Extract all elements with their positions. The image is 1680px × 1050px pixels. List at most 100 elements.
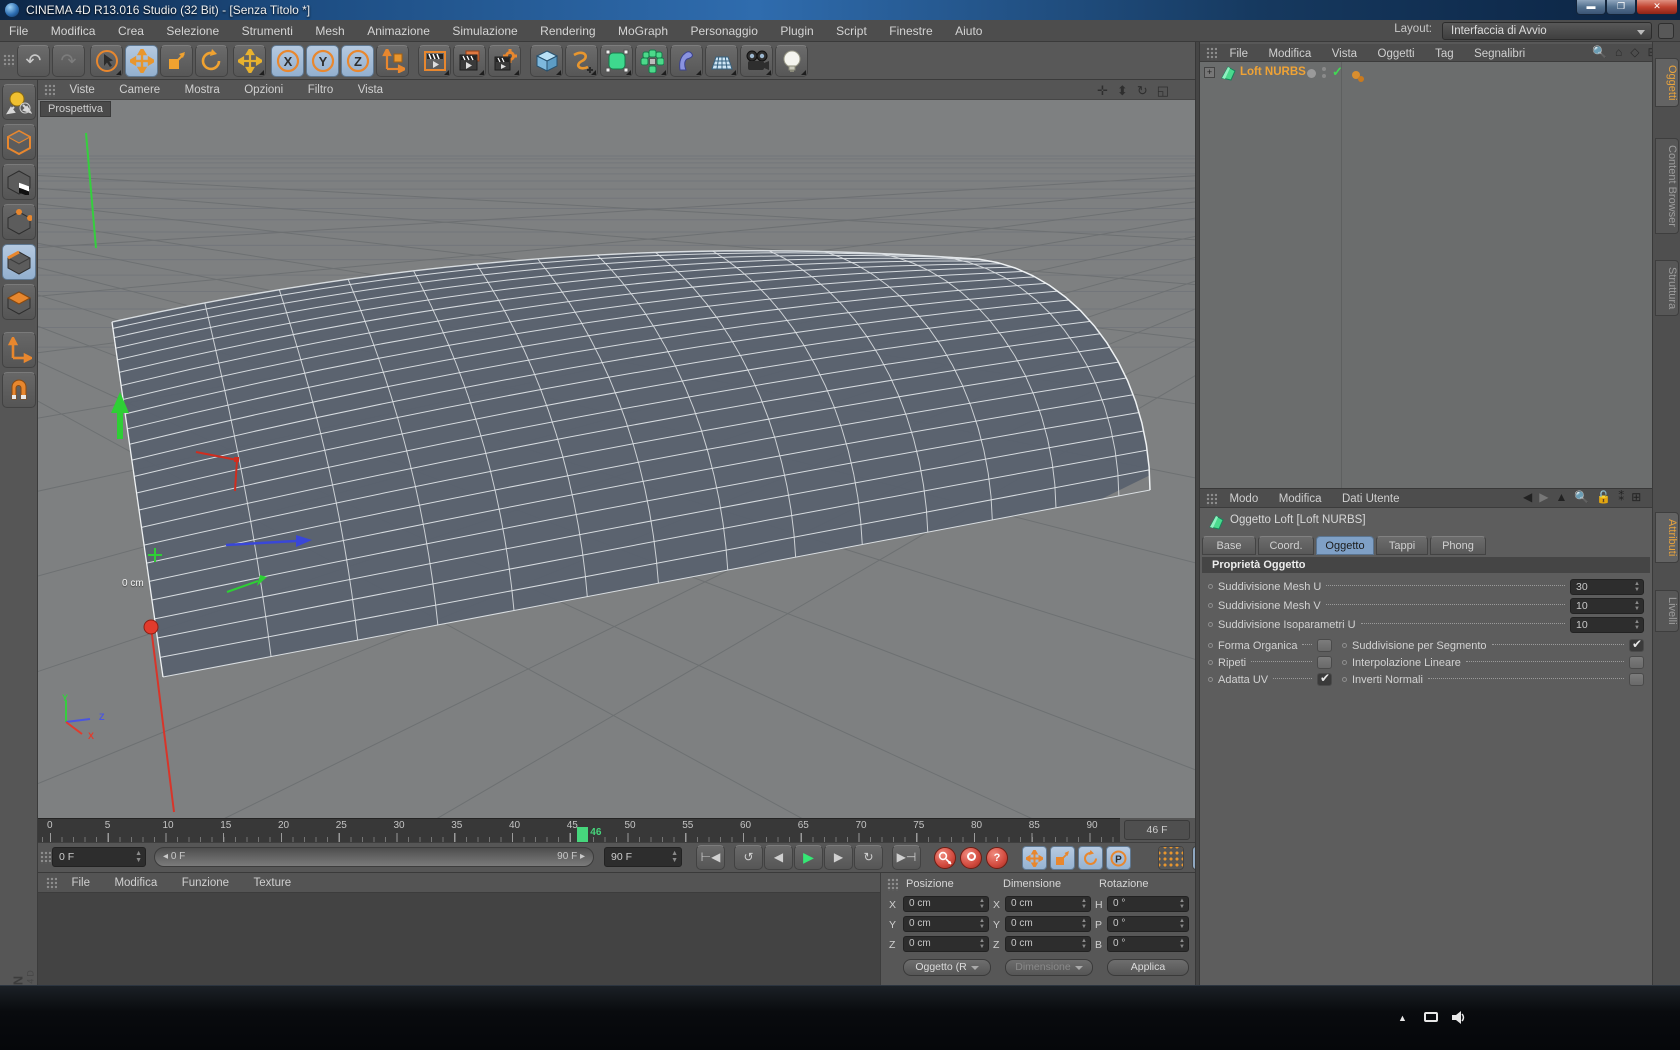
coords-mode-dropdown[interactable]: Oggetto (R bbox=[903, 959, 991, 976]
keying-selection-button[interactable] bbox=[1158, 846, 1184, 870]
vp-menu-viste[interactable]: Viste bbox=[59, 80, 104, 100]
keyframe-options-button[interactable]: ? bbox=[986, 847, 1008, 869]
anim-dot-icon[interactable] bbox=[1208, 584, 1213, 589]
vp-menu-vista[interactable]: Vista bbox=[348, 80, 393, 100]
add-primitive-button[interactable] bbox=[530, 45, 563, 77]
render-settings-button[interactable] bbox=[488, 45, 521, 77]
anim-dot-icon[interactable] bbox=[1208, 660, 1213, 665]
home-icon[interactable]: ⌂ bbox=[1615, 45, 1622, 59]
enable-check-icon[interactable]: ✓ bbox=[1332, 64, 1343, 80]
timeline-playhead[interactable]: 46 bbox=[577, 827, 588, 842]
isoparametri-input[interactable]: 10▲▼ bbox=[1570, 617, 1644, 633]
inverti-normali-checkbox[interactable] bbox=[1629, 673, 1644, 686]
menu-aiuto[interactable]: Aiuto bbox=[946, 20, 991, 42]
object-row-loft-nurbs[interactable]: + Loft NURBS ✓ bbox=[1200, 62, 1652, 84]
texture-mode-button[interactable] bbox=[2, 164, 36, 200]
section-header[interactable]: Proprietà Oggetto bbox=[1202, 557, 1650, 573]
render-to-picture-viewer-button[interactable] bbox=[453, 45, 486, 77]
autokey-button[interactable] bbox=[960, 847, 982, 869]
visibility-top-dot[interactable] bbox=[1322, 67, 1326, 71]
mesh-u-input[interactable]: 30▲▼ bbox=[1570, 579, 1644, 595]
key-position-toggle[interactable] bbox=[1022, 846, 1047, 870]
menu-crea[interactable]: Crea bbox=[109, 20, 153, 42]
tray-display-icon[interactable] bbox=[1424, 1012, 1438, 1025]
ripeti-checkbox[interactable] bbox=[1317, 656, 1332, 669]
live-selection-button[interactable] bbox=[90, 45, 123, 77]
dimension-z-field[interactable]: 0 cm▲▼ bbox=[1005, 936, 1091, 952]
close-button[interactable]: ✕ bbox=[1636, 0, 1678, 15]
view-pan-icon[interactable]: ✛ bbox=[1097, 83, 1108, 98]
om-menu-tag[interactable]: Tag bbox=[1427, 45, 1462, 63]
render-view-button[interactable] bbox=[418, 45, 451, 77]
am-menu-dati-utente[interactable]: Dati Utente bbox=[1334, 489, 1408, 509]
tray-volume-icon[interactable] bbox=[1452, 1011, 1466, 1024]
camera-label[interactable]: Prospettiva bbox=[40, 101, 111, 117]
minimize-button[interactable]: ▬ bbox=[1576, 0, 1606, 15]
goto-end-button[interactable]: ▶⊣ bbox=[892, 845, 921, 870]
tab-oggetto[interactable]: Oggetto bbox=[1316, 536, 1374, 555]
object-manager[interactable]: + Loft NURBS ✓ bbox=[1200, 62, 1652, 488]
anim-dot-icon[interactable] bbox=[1208, 622, 1213, 627]
lock-z-button[interactable]: Z bbox=[341, 45, 374, 77]
rotation-b-field[interactable]: 0 °▲▼ bbox=[1107, 936, 1189, 952]
tab-oggetti[interactable]: Oggetti bbox=[1655, 58, 1679, 107]
menu-modifica[interactable]: Modifica bbox=[42, 20, 105, 42]
point-mode-button[interactable] bbox=[2, 204, 36, 240]
add-modeling-object-button[interactable] bbox=[635, 45, 668, 77]
cursor-up-icon[interactable]: ▲ bbox=[1555, 490, 1567, 504]
visibility-bottom-dot[interactable] bbox=[1322, 74, 1326, 78]
history-forward-icon[interactable]: ▶ bbox=[1539, 490, 1548, 504]
vp-menu-opzioni[interactable]: Opzioni bbox=[234, 80, 293, 100]
search-icon[interactable]: 🔍 bbox=[1592, 45, 1607, 59]
menu-mograph[interactable]: MoGraph bbox=[609, 20, 677, 42]
menu-simulazione[interactable]: Simulazione bbox=[443, 20, 526, 42]
menu-file[interactable]: File bbox=[0, 20, 37, 42]
apply-button[interactable]: Applica bbox=[1107, 959, 1189, 976]
key-scale-toggle[interactable] bbox=[1050, 846, 1075, 870]
polygon-mode-button[interactable] bbox=[2, 284, 36, 320]
last-tool-button[interactable] bbox=[233, 45, 266, 77]
adatta-uv-checkbox[interactable] bbox=[1317, 673, 1332, 686]
timeline-ruler[interactable]: 46 051015202530354045505560657075808590 bbox=[38, 818, 1120, 842]
expand-icon[interactable]: + bbox=[1204, 67, 1215, 78]
anim-dot-icon[interactable] bbox=[1208, 603, 1213, 608]
prev-key-button[interactable]: ↺ bbox=[734, 845, 763, 870]
history-icon[interactable]: ⁑ bbox=[1618, 490, 1624, 504]
anim-dot-icon[interactable] bbox=[1342, 677, 1347, 682]
coords-dimension-dropdown[interactable]: Dimensione bbox=[1005, 959, 1093, 976]
add-deformer-button[interactable] bbox=[670, 45, 703, 77]
menu-selezione[interactable]: Selezione bbox=[157, 20, 228, 42]
tab-livelli[interactable]: Livelli bbox=[1655, 590, 1679, 632]
menu-script[interactable]: Script bbox=[827, 20, 876, 42]
tab-phong[interactable]: Phong bbox=[1430, 536, 1486, 555]
add-environment-button[interactable] bbox=[705, 45, 738, 77]
editor-state-dot[interactable] bbox=[1307, 69, 1316, 78]
rotation-h-field[interactable]: 0 °▲▼ bbox=[1107, 896, 1189, 912]
tab-content-browser[interactable]: Content Browser bbox=[1655, 138, 1679, 234]
am-menu-modifica[interactable]: Modifica bbox=[1271, 489, 1330, 509]
tray-expand-icon[interactable]: ▲ bbox=[1398, 1013, 1407, 1023]
menu-rendering[interactable]: Rendering bbox=[531, 20, 604, 42]
undo-button[interactable]: ↶ bbox=[17, 45, 50, 77]
view-zoom-icon[interactable]: ⬍ bbox=[1117, 83, 1128, 98]
scale-tool-button[interactable] bbox=[160, 45, 193, 77]
vp-menu-filtro[interactable]: Filtro bbox=[298, 80, 344, 100]
viewport-3d[interactable] bbox=[38, 100, 1195, 818]
transport-grip[interactable] bbox=[40, 851, 51, 864]
tab-tappi[interactable]: Tappi bbox=[1376, 536, 1428, 555]
om-menu-segnalibri[interactable]: Segnalibri bbox=[1466, 45, 1533, 63]
anim-dot-icon[interactable] bbox=[1342, 660, 1347, 665]
move-tool-button[interactable] bbox=[125, 45, 158, 77]
position-x-field[interactable]: 0 cm▲▼ bbox=[903, 896, 989, 912]
add-camera-button[interactable] bbox=[740, 45, 773, 77]
mat-menu-file[interactable]: File bbox=[61, 873, 100, 893]
rotate-tool-button[interactable] bbox=[195, 45, 228, 77]
forma-organica-checkbox[interactable] bbox=[1317, 639, 1332, 652]
edge-mode-button[interactable] bbox=[2, 244, 36, 280]
model-mode-button[interactable] bbox=[2, 124, 36, 160]
suddivisione-segmento-checkbox[interactable] bbox=[1629, 639, 1644, 652]
dimension-x-field[interactable]: 0 cm▲▼ bbox=[1005, 896, 1091, 912]
add-nurbs-button[interactable] bbox=[600, 45, 633, 77]
am-grip[interactable] bbox=[1206, 493, 1217, 506]
make-editable-button[interactable] bbox=[2, 84, 36, 120]
